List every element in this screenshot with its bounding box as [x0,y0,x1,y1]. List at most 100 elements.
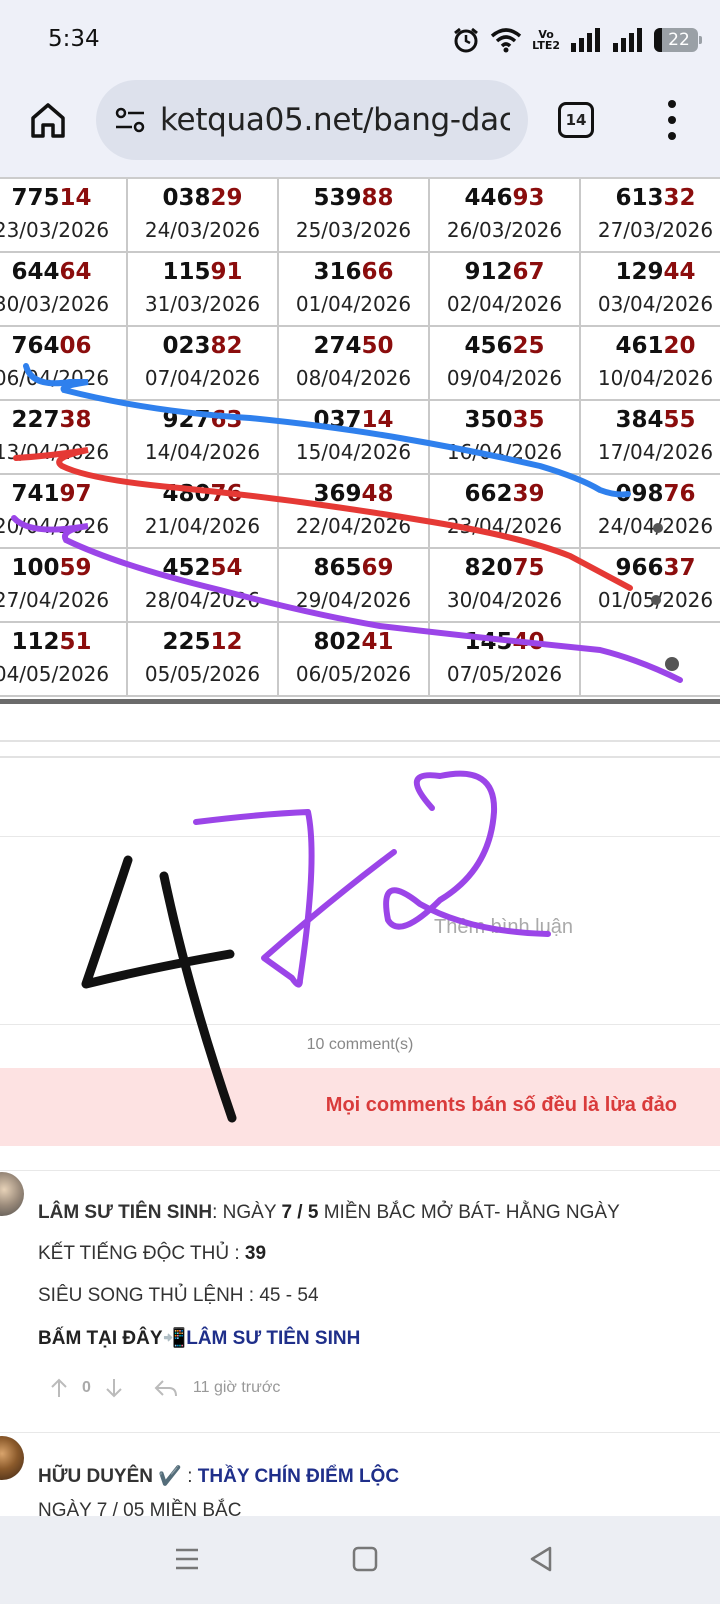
result-number-tail: 14 [59,185,92,211]
result-cell: 11251 04/05/2026 [0,623,128,697]
result-number-head: 129 [615,259,664,285]
result-cell: 27450 08/04/2026 [279,327,430,401]
result-cell: 36948 22/04/2026 [279,475,430,549]
comment-header: LÂM SƯ TIÊN SINH: NGÀY 7 / 5 MIỀN BẮC MỞ… [38,1202,620,1224]
url-text[interactable]: ketqua05.net/bang-dac- [160,102,510,138]
table-row: 10059 27/04/2026 45254 28/04/2026 86569 29/04… [0,549,720,623]
result-date: 17/04/2026 [597,440,714,464]
result-number-head: 384 [615,407,664,433]
result-cell: 38455 17/04/2026 [581,401,720,475]
result-cell: 12944 03/04/2026 [581,253,720,327]
result-number: 77514 [0,185,126,211]
result-number-head: 912 [464,259,513,285]
table-row: 11251 04/05/2026 22512 05/05/2026 80241 06/05… [0,623,720,697]
result-number-tail: 39 [512,481,545,507]
result-cell: 77514 23/03/2026 [0,179,128,253]
result-date: 14/04/2026 [144,440,261,464]
recent-apps-icon[interactable] [174,1546,200,1572]
upvote-icon[interactable] [50,1377,68,1399]
comment-header: HỮU DUYÊN ✔️ : THẦY CHÍN ĐIỂM LỘC [38,1464,399,1488]
result-number-tail: 14 [361,407,394,433]
result-number-head: 274 [313,333,362,359]
result-number-tail: 63 [210,407,243,433]
result-number-tail: 75 [512,555,545,581]
avatar[interactable] [0,1172,24,1216]
comment-link[interactable]: LÂM SƯ TIÊN SINH [186,1328,360,1349]
purple-digit-two [383,770,551,937]
result-number: 92763 [128,407,277,433]
result-number-head: 100 [11,555,60,581]
comment-input[interactable]: Thêm bình luận [434,916,573,939]
result-number: 80241 [279,629,428,655]
result-cell: 61332 27/03/2026 [581,179,720,253]
comment-number: 39 [244,1243,267,1264]
result-date: 22/04/2026 [295,514,412,538]
result-number-tail: 25 [512,333,545,359]
divider [0,1024,720,1025]
comment-link[interactable]: THẦY CHÍN ĐIỂM LỘC [198,1466,399,1487]
result-number: 09876 [581,481,720,507]
result-number-tail: 66 [361,259,394,285]
signal-icon-2 [613,28,642,52]
result-cell: 76406 06/04/2026 [0,327,128,401]
result-cell: 91267 02/04/2026 [430,253,581,327]
comment-author[interactable]: LÂM SƯ TIÊN SINH [38,1202,212,1223]
result-date: 15/04/2026 [295,440,412,464]
result-number-head: 038 [162,185,211,211]
home-icon[interactable] [28,100,68,140]
site-settings-icon[interactable] [114,106,146,134]
comment-author[interactable]: HỮU DUYÊN ✔️ [38,1466,182,1487]
result-date: 30/04/2026 [446,588,563,612]
result-number: 74197 [0,481,126,507]
result-number-head: 456 [464,333,513,359]
results-grid: 77514 23/03/2026 03829 24/03/2026 53988 25/03… [0,179,720,697]
result-number-tail: 76 [210,481,243,507]
result-number: 45625 [430,333,579,359]
home-nav-icon[interactable] [352,1546,378,1572]
comment-line: BẤM TẠI ĐÂY📲LÂM SƯ TIÊN SINH [38,1326,360,1350]
vote-count: 0 [82,1379,91,1396]
address-bar[interactable]: ketqua05.net/bang-dac- [96,80,528,160]
result-number-tail: 48 [361,481,394,507]
tab-switcher-button[interactable]: 14 [558,102,594,138]
result-number-tail: 12 [210,629,243,655]
result-number: 82075 [430,555,579,581]
result-number-head: 225 [162,629,211,655]
result-cell: 48076 21/04/2026 [128,475,279,549]
result-date: 24/04/2026 [597,514,714,538]
result-number: 10059 [0,555,126,581]
result-cell: 03714 15/04/2026 [279,401,430,475]
result-number-head: 145 [464,629,513,655]
result-number: 53988 [279,185,428,211]
result-number: 27450 [279,333,428,359]
result-number-head: 865 [313,555,362,581]
result-number-tail: 20 [663,333,696,359]
table-row: 74197 20/04/2026 48076 21/04/2026 36948 22/04… [0,475,720,549]
result-date: 07/05/2026 [446,662,563,686]
result-number-tail: 69 [361,555,394,581]
result-number-head: 764 [11,333,60,359]
divider [0,1432,720,1433]
reply-icon[interactable] [153,1377,179,1399]
result-number: 91267 [430,259,579,285]
result-number-head: 480 [162,481,211,507]
result-cell: 10059 27/04/2026 [0,549,128,623]
avatar[interactable] [0,1436,24,1480]
result-date: 03/04/2026 [597,292,714,316]
result-number-head: 023 [162,333,211,359]
result-cell: 74197 20/04/2026 [0,475,128,549]
battery-icon: 22 [654,28,702,52]
purple-digit-seven [193,809,397,988]
status-time: 5:34 [48,26,100,52]
result-number-tail: 97 [59,481,92,507]
result-number: 22738 [0,407,126,433]
more-menu-icon[interactable] [664,100,680,140]
result-number-tail: 76 [663,481,696,507]
back-icon[interactable] [528,1546,554,1572]
comment-text: BẤM TẠI ĐÂY📲 [38,1328,187,1349]
status-icons: Vo LTE2 22 [452,24,702,56]
result-number-tail: 50 [361,333,394,359]
wifi-icon [490,28,522,53]
result-number: 45254 [128,555,277,581]
downvote-icon[interactable] [105,1377,123,1399]
